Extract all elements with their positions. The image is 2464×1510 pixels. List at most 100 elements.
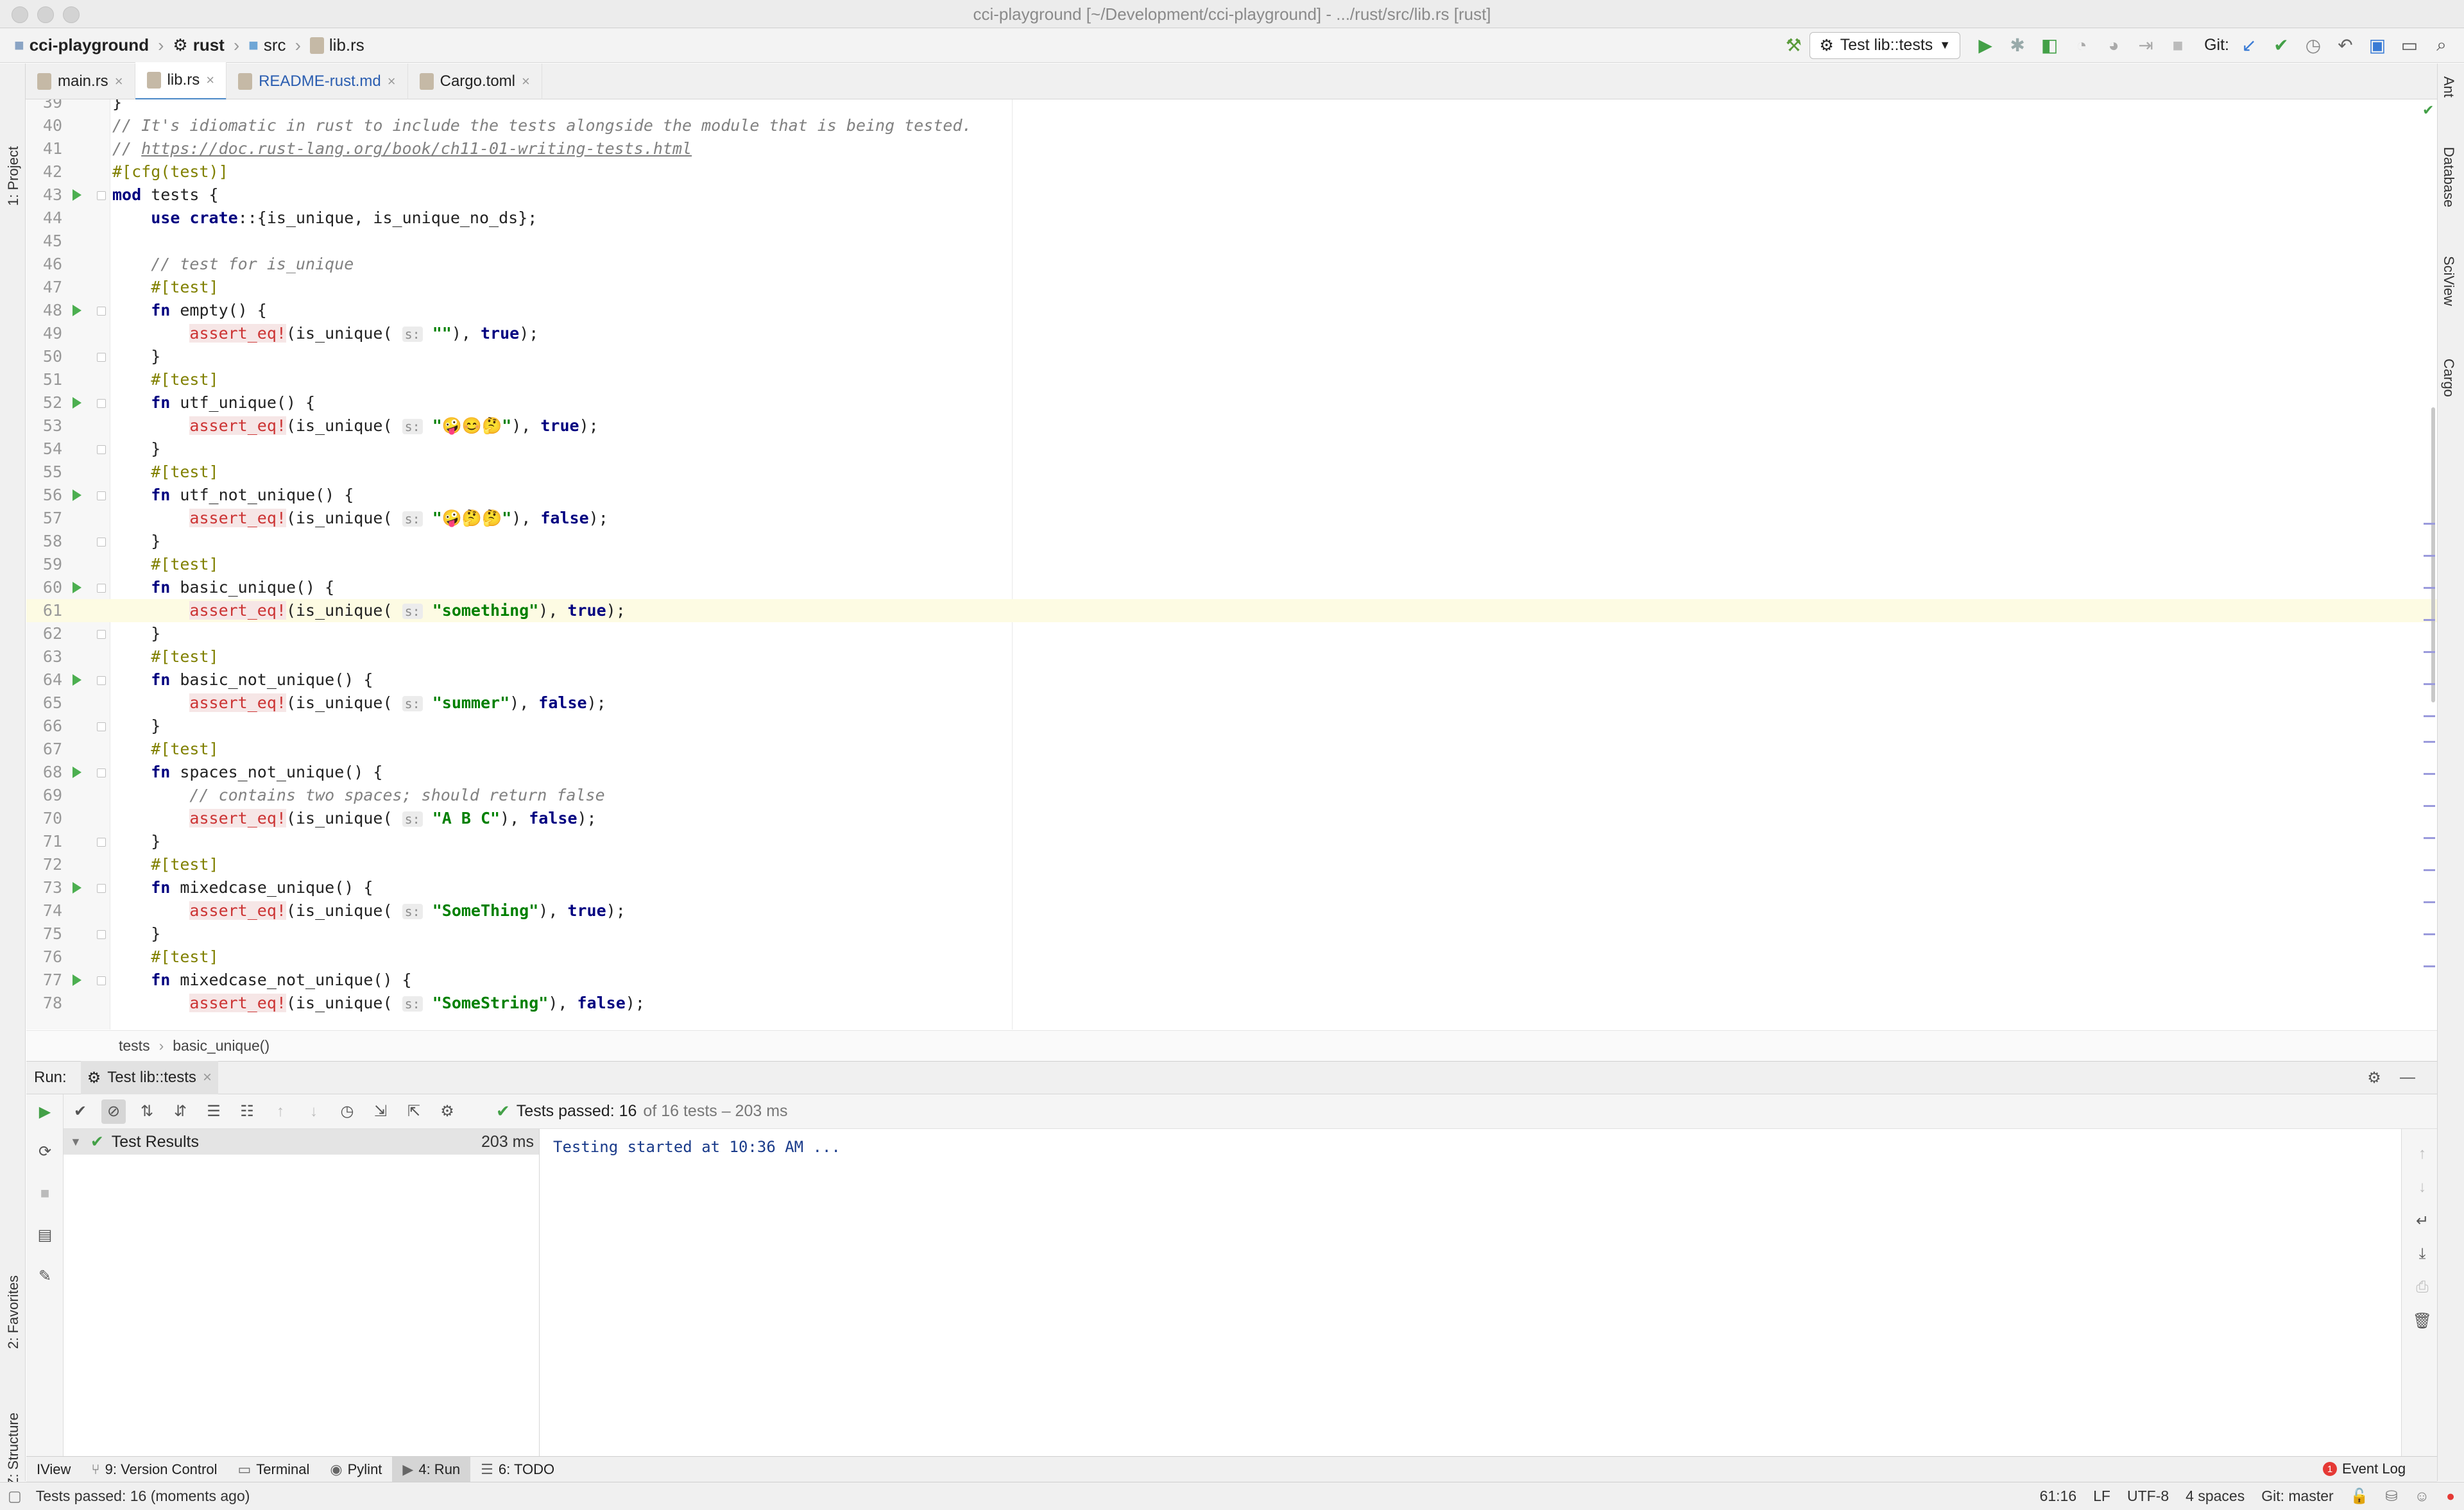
run-test-icon[interactable] — [73, 189, 81, 201]
code-line[interactable]: 54 } — [26, 437, 2437, 461]
fold-icon[interactable] — [97, 491, 106, 500]
run-test-icon[interactable] — [73, 489, 81, 501]
favorites-tool-button[interactable]: 2: Favorites — [5, 1275, 22, 1349]
code-line[interactable]: 65 assert_eq!(is_unique( s: "summer"), f… — [26, 691, 2437, 715]
fold-icon[interactable] — [97, 191, 106, 200]
scrollbar-marker[interactable] — [2424, 805, 2435, 807]
fold-icon[interactable] — [97, 399, 106, 408]
breadcrumb-project[interactable]: ■ cci-playground — [9, 28, 154, 63]
profile-icon[interactable]: ◔ — [2069, 33, 2094, 58]
code-line[interactable]: 53 assert_eq!(is_unique( s: "🤪😊🤔"), true… — [26, 414, 2437, 437]
breadcrumb-file[interactable]: lib.rs — [305, 28, 370, 63]
sort-by-duration-icon[interactable]: ⇵ — [168, 1099, 193, 1124]
scrollbar-marker[interactable] — [2424, 555, 2435, 557]
code-line[interactable]: 55 #[test] — [26, 461, 2437, 484]
close-tab-icon[interactable]: × — [115, 73, 123, 90]
stop-icon[interactable]: ■ — [33, 1182, 57, 1206]
line-separator[interactable]: LF — [2093, 1488, 2110, 1505]
fold-icon[interactable] — [97, 930, 106, 939]
down-arrow-icon[interactable]: ↓ — [2410, 1175, 2434, 1200]
code-line[interactable]: 72 #[test] — [26, 853, 2437, 876]
run-test-icon[interactable] — [73, 882, 81, 894]
bottom-tab-4-run[interactable]: ▶ 4: Run — [392, 1456, 471, 1482]
editor-tab-readme-rust-md[interactable]: README-rust.md × — [227, 63, 408, 99]
import-tests-icon[interactable]: ⇲ — [368, 1099, 393, 1124]
database-tool-button[interactable]: Database — [2440, 147, 2457, 207]
bottom-tab-iview[interactable]: IView — [26, 1457, 81, 1482]
code-line[interactable]: 69 // contains two spaces; should return… — [26, 784, 2437, 807]
show-passed-icon[interactable]: ✔ — [68, 1099, 92, 1124]
git-update-icon[interactable]: ↙ — [2236, 33, 2262, 58]
git-history-icon[interactable]: ◷ — [2300, 33, 2326, 58]
lock-icon[interactable]: 🔓 — [2350, 1488, 2369, 1505]
test-results-root[interactable]: ▼ ✔ Test Results 203 ms — [64, 1129, 539, 1155]
close-icon[interactable]: × — [203, 1069, 212, 1087]
fold-icon[interactable] — [97, 445, 106, 454]
close-tab-icon[interactable]: × — [522, 73, 530, 90]
run-test-icon[interactable] — [73, 305, 81, 316]
chevron-down-icon[interactable]: ▼ — [70, 1135, 81, 1149]
console-output[interactable]: Testing started at 10:36 AM ... — [540, 1129, 2401, 1456]
fold-icon[interactable] — [97, 976, 106, 985]
test-settings-icon[interactable]: ⚙ — [435, 1099, 459, 1124]
fold-icon[interactable] — [97, 722, 106, 731]
code-line[interactable]: 71 } — [26, 830, 2437, 853]
concurrency-icon[interactable]: ◕ — [2101, 33, 2126, 58]
bottom-tab-terminal[interactable]: ▭ Terminal — [227, 1457, 320, 1482]
run-icon[interactable]: ▶ — [1972, 33, 1998, 58]
fold-icon[interactable] — [97, 307, 106, 316]
scrollbar-marker[interactable] — [2424, 683, 2435, 685]
project-tool-button[interactable]: 1: Project — [5, 146, 22, 206]
code-line[interactable]: 66 } — [26, 715, 2437, 738]
fold-icon[interactable] — [97, 676, 106, 685]
debug-icon[interactable]: ✱ — [2005, 33, 2030, 58]
rerun-icon[interactable]: ▶ — [33, 1099, 57, 1124]
layout-toggle-icon[interactable]: ▢ — [8, 1488, 22, 1505]
editor-scrollbar[interactable]: ✔ — [2420, 99, 2437, 1030]
scroll-to-end-icon[interactable]: ⤓ — [2410, 1242, 2434, 1266]
scrollbar-marker[interactable] — [2424, 837, 2435, 839]
code-line[interactable]: 45 — [26, 230, 2437, 253]
scrollbar-marker[interactable] — [2424, 933, 2435, 935]
fold-icon[interactable] — [97, 630, 106, 639]
run-test-icon[interactable] — [73, 767, 81, 778]
code-line[interactable]: 39} — [26, 99, 2437, 114]
fold-icon[interactable] — [97, 584, 106, 593]
pin-icon[interactable]: ✎ — [33, 1264, 57, 1288]
cargo-tool-button[interactable]: Cargo — [2440, 359, 2457, 397]
gear-icon[interactable]: ⚙ — [2362, 1065, 2386, 1090]
code-line[interactable]: 67 #[test] — [26, 738, 2437, 761]
fold-icon[interactable] — [97, 538, 106, 547]
code-line[interactable]: 42 #[cfg(test)] — [26, 160, 2437, 183]
sort-alphabetically-icon[interactable]: ⇅ — [135, 1099, 159, 1124]
git-branch[interactable]: Git: master — [2261, 1488, 2333, 1505]
export-tests-icon[interactable]: ⇱ — [402, 1099, 426, 1124]
code-line[interactable]: 75 } — [26, 922, 2437, 946]
coverage-icon[interactable]: ◧ — [2037, 33, 2062, 58]
indent-setting[interactable]: 4 spaces — [2186, 1488, 2245, 1505]
git-commit-icon[interactable]: ✔ — [2268, 33, 2294, 58]
collapse-all-icon[interactable]: ☷ — [235, 1099, 259, 1124]
fold-icon[interactable] — [97, 768, 106, 777]
editor-tab-cargo-toml[interactable]: Cargo.toml × — [408, 63, 542, 99]
code-line[interactable]: 40 // It's idiomatic in rust to include t… — [26, 114, 2437, 137]
scrollbar-marker[interactable] — [2424, 715, 2435, 717]
structure-tool-button[interactable]: Z: Structure — [5, 1412, 22, 1486]
layout-icon[interactable]: ▤ — [33, 1223, 57, 1247]
code-line[interactable]: 50 } — [26, 345, 2437, 368]
project-structure-icon[interactable]: ▣ — [2365, 33, 2390, 58]
bottom-tab-6-todo[interactable]: ☰ 6: TODO — [470, 1457, 565, 1482]
code-editor[interactable]: 39} 40 // It's idiomatic in rust to includ… — [26, 99, 2437, 1030]
run-test-icon[interactable] — [73, 397, 81, 409]
presentation-icon[interactable]: ▭ — [2397, 33, 2422, 58]
code-line[interactable]: 77 fn mixedcase_not_unique() { — [26, 969, 2437, 992]
code-line[interactable]: 48 fn empty() { — [26, 299, 2437, 322]
code-line[interactable]: 60 fn basic_unique() { — [26, 576, 2437, 599]
inspector-icon[interactable]: ☺ — [2415, 1488, 2429, 1505]
run-tab[interactable]: ⚙ Test lib::tests × — [80, 1061, 218, 1094]
stop-icon[interactable]: ■ — [2165, 33, 2191, 58]
scrollbar-marker[interactable] — [2424, 523, 2435, 525]
code-line[interactable]: 57 assert_eq!(is_unique( s: "🤪🤔🤔"), fals… — [26, 507, 2437, 530]
code-line[interactable]: 63 #[test] — [26, 645, 2437, 668]
build-hammer-icon[interactable]: ⚒ — [1781, 33, 1806, 58]
